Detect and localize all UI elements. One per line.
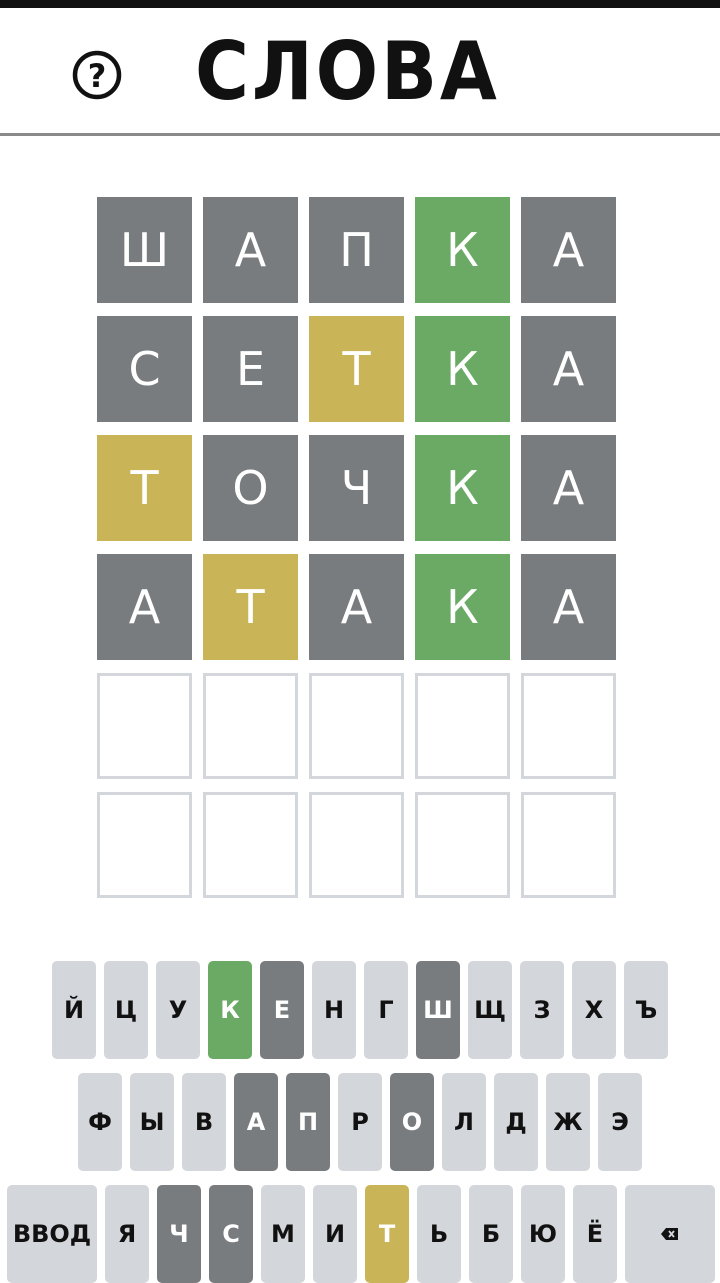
letter-tile: К <box>415 316 510 422</box>
key-letter[interactable]: С <box>209 1185 253 1283</box>
board-row <box>97 673 619 779</box>
key-letter[interactable]: Г <box>364 961 408 1059</box>
board-row: ТОЧКА <box>97 435 619 541</box>
key-letter[interactable]: Э <box>598 1073 642 1171</box>
key-letter[interactable]: З <box>520 961 564 1059</box>
key-letter[interactable]: П <box>286 1073 330 1171</box>
key-letter[interactable]: Ч <box>157 1185 201 1283</box>
empty-tile <box>309 673 404 779</box>
backspace-icon <box>661 1228 678 1240</box>
key-letter[interactable]: Ы <box>130 1073 174 1171</box>
letter-tile: А <box>203 197 298 303</box>
letter-tile: Ч <box>309 435 404 541</box>
keyboard-row: ФЫВАПРОЛДЖЭ <box>0 1073 720 1171</box>
letter-tile: С <box>97 316 192 422</box>
board-row: ШАПКА <box>97 197 619 303</box>
header: ? СЛОВА <box>0 8 720 136</box>
help-symbol: ? <box>88 57 107 95</box>
key-letter[interactable]: Д <box>494 1073 538 1171</box>
key-letter[interactable]: У <box>156 961 200 1059</box>
letter-tile: Т <box>203 554 298 660</box>
enter-key[interactable]: ВВОД <box>7 1185 97 1283</box>
letter-tile: А <box>309 554 404 660</box>
key-letter[interactable]: Ц <box>104 961 148 1059</box>
empty-tile <box>203 673 298 779</box>
empty-tile <box>521 792 616 898</box>
board-row <box>97 792 619 898</box>
empty-tile <box>415 792 510 898</box>
page-title: СЛОВА <box>195 25 500 118</box>
keyboard-row: ВВОД Я Ч С М И Т Ь Б Ю Ё <box>0 1185 720 1283</box>
key-letter[interactable]: А <box>234 1073 278 1171</box>
key-letter[interactable]: Ш <box>416 961 460 1059</box>
key-letter[interactable]: Й <box>52 961 96 1059</box>
letter-tile: Ш <box>97 197 192 303</box>
letter-tile: О <box>203 435 298 541</box>
backspace-key[interactable] <box>625 1185 715 1283</box>
key-letter[interactable]: О <box>390 1073 434 1171</box>
keyboard-row: ЙЦУКЕНГШЩЗХЪ <box>0 961 720 1059</box>
letter-tile: К <box>415 435 510 541</box>
letter-tile: Е <box>203 316 298 422</box>
board-row: АТАКА <box>97 554 619 660</box>
board-row: СЕТКА <box>97 316 619 422</box>
key-letter[interactable]: Х <box>572 961 616 1059</box>
letter-tile: П <box>309 197 404 303</box>
key-letter[interactable]: Ё <box>573 1185 617 1283</box>
key-letter[interactable]: Ж <box>546 1073 590 1171</box>
letter-tile: А <box>521 554 616 660</box>
key-letter[interactable]: Я <box>105 1185 149 1283</box>
letter-tile: А <box>521 197 616 303</box>
key-letter[interactable]: И <box>313 1185 357 1283</box>
empty-tile <box>97 792 192 898</box>
empty-tile <box>415 673 510 779</box>
key-letter[interactable]: К <box>208 961 252 1059</box>
empty-tile <box>309 792 404 898</box>
key-letter[interactable]: Ъ <box>624 961 668 1059</box>
key-letter[interactable]: Е <box>260 961 304 1059</box>
letter-tile: К <box>415 197 510 303</box>
empty-tile <box>97 673 192 779</box>
key-letter[interactable]: М <box>261 1185 305 1283</box>
letter-tile: Т <box>97 435 192 541</box>
key-letter[interactable]: В <box>182 1073 226 1171</box>
letter-tile: Т <box>309 316 404 422</box>
game-board: ШАПКАСЕТКАТОЧКААТАКА <box>97 197 619 911</box>
letter-tile: А <box>521 316 616 422</box>
letter-tile: К <box>415 554 510 660</box>
help-icon: ? <box>72 50 122 100</box>
top-bar <box>0 0 720 8</box>
key-letter[interactable]: Ь <box>417 1185 461 1283</box>
key-letter[interactable]: Б <box>469 1185 513 1283</box>
key-letter[interactable]: Щ <box>468 961 512 1059</box>
key-letter[interactable]: Н <box>312 961 356 1059</box>
help-button[interactable]: ? <box>70 48 124 102</box>
key-letter[interactable]: Ф <box>78 1073 122 1171</box>
key-letter[interactable]: Т <box>365 1185 409 1283</box>
letter-tile: А <box>97 554 192 660</box>
empty-tile <box>521 673 616 779</box>
letter-tile: А <box>521 435 616 541</box>
empty-tile <box>203 792 298 898</box>
key-letter[interactable]: Л <box>442 1073 486 1171</box>
key-letter[interactable]: Р <box>338 1073 382 1171</box>
key-letter[interactable]: Ю <box>521 1185 565 1283</box>
